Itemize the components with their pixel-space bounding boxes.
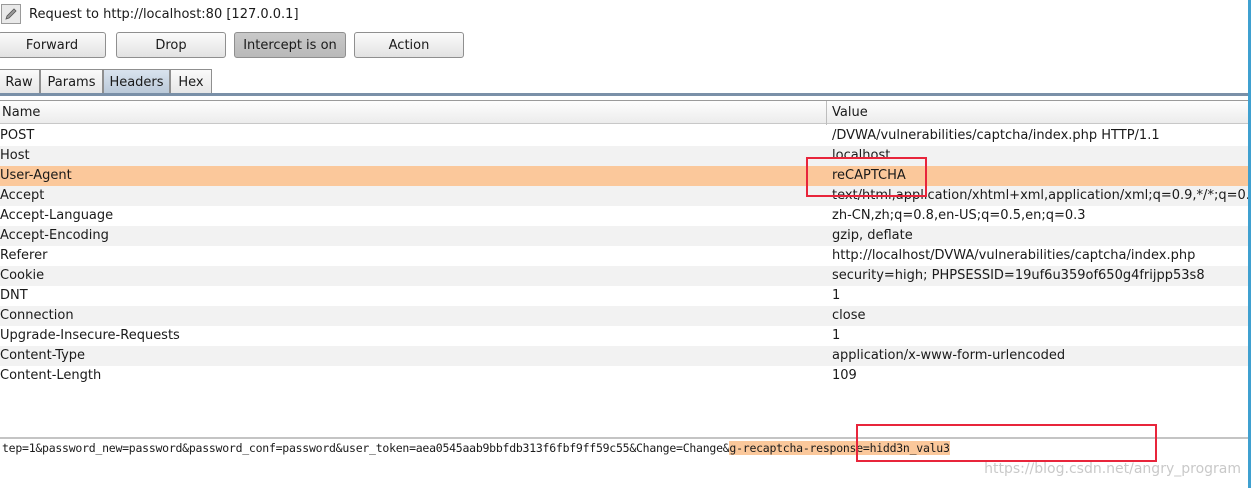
drop-button[interactable]: Drop	[116, 32, 226, 58]
header-value: zh-CN,zh;q=0.8,en-US;q=0.5,en;q=0.3	[832, 208, 1086, 223]
header-name: Accept-Language	[0, 208, 114, 223]
forward-button[interactable]: Forward	[0, 32, 106, 58]
header-name: Host	[0, 148, 30, 163]
header-value: gzip, deflate	[832, 228, 913, 243]
header-name: Connection	[0, 308, 74, 323]
header-name: POST	[0, 128, 35, 143]
table-row-selected[interactable]: User-Agent reCAPTCHA	[0, 166, 1248, 186]
tab-underline	[0, 93, 1251, 96]
table-row[interactable]: DNT 1	[0, 286, 1248, 306]
table-row[interactable]: Accept text/html,application/xhtml+xml,a…	[0, 186, 1251, 206]
header-name: Upgrade-Insecure-Requests	[0, 328, 180, 343]
tab-hex[interactable]: Hex	[170, 69, 212, 94]
request-body-params: tep=1&password_new=password&password_con…	[2, 441, 730, 455]
table-row[interactable]: Upgrade-Insecure-Requests 1	[0, 326, 1248, 346]
action-button[interactable]: Action	[354, 32, 464, 58]
header-name: Referer	[0, 248, 48, 263]
table-row[interactable]: Referer http://localhost/DVWA/vulnerabil…	[0, 246, 1248, 266]
header-value: 1	[832, 288, 841, 303]
request-title-bar: Request to http://localhost:80 [127.0.0.…	[0, 0, 1251, 28]
header-value: application/x-www-form-urlencoded	[832, 348, 1066, 363]
header-name: Content-Length	[0, 368, 102, 383]
tab-raw[interactable]: Raw	[0, 69, 40, 94]
header-name: Accept	[0, 188, 45, 203]
pencil-icon	[1, 4, 21, 24]
request-body[interactable]: tep=1&password_new=password&password_con…	[2, 441, 950, 455]
column-header-name[interactable]: Name	[2, 105, 40, 120]
table-row[interactable]: Connection close	[0, 306, 1248, 326]
annotation-box-recaptcha	[856, 424, 1157, 462]
table-row[interactable]: Content-Length 109	[0, 366, 1248, 386]
header-value: 109	[832, 368, 857, 383]
table-row[interactable]: Content-Type application/x-www-form-urle…	[0, 346, 1248, 366]
table-row[interactable]: Host localhost	[0, 146, 1248, 166]
tab-headers[interactable]: Headers	[103, 69, 170, 94]
intercept-toggle-button[interactable]: Intercept is on	[234, 32, 346, 58]
column-header-value[interactable]: Value	[832, 105, 868, 120]
table-row[interactable]: POST /DVWA/vulnerabilities/captcha/index…	[0, 126, 1248, 146]
table-row[interactable]: Accept-Encoding gzip, deflate	[0, 226, 1248, 246]
table-header: Name Value	[0, 100, 1248, 125]
header-name: Content-Type	[0, 348, 86, 363]
header-name: Cookie	[0, 268, 45, 283]
header-value: close	[832, 308, 866, 323]
header-value: /DVWA/vulnerabilities/captcha/index.php …	[832, 128, 1160, 143]
annotation-box-user-agent	[806, 157, 927, 197]
header-value: 1	[832, 328, 841, 343]
header-name: DNT	[0, 288, 28, 303]
table-row[interactable]: Accept-Language zh-CN,zh;q=0.8,en-US;q=0…	[0, 206, 1248, 226]
request-title: Request to http://localhost:80 [127.0.0.…	[29, 6, 299, 22]
tab-params[interactable]: Params	[40, 69, 103, 94]
header-name: User-Agent	[0, 168, 72, 183]
table-row[interactable]: Cookie security=high; PHPSESSID=19uf6u35…	[0, 266, 1248, 286]
header-value: security=high; PHPSESSID=19uf6u359of650g…	[832, 268, 1205, 283]
column-divider[interactable]	[826, 101, 827, 125]
header-name: Accept-Encoding	[0, 228, 109, 243]
watermark: https://blog.csdn.net/angry_program	[984, 461, 1241, 477]
header-value: http://localhost/DVWA/vulnerabilities/ca…	[832, 248, 1196, 263]
